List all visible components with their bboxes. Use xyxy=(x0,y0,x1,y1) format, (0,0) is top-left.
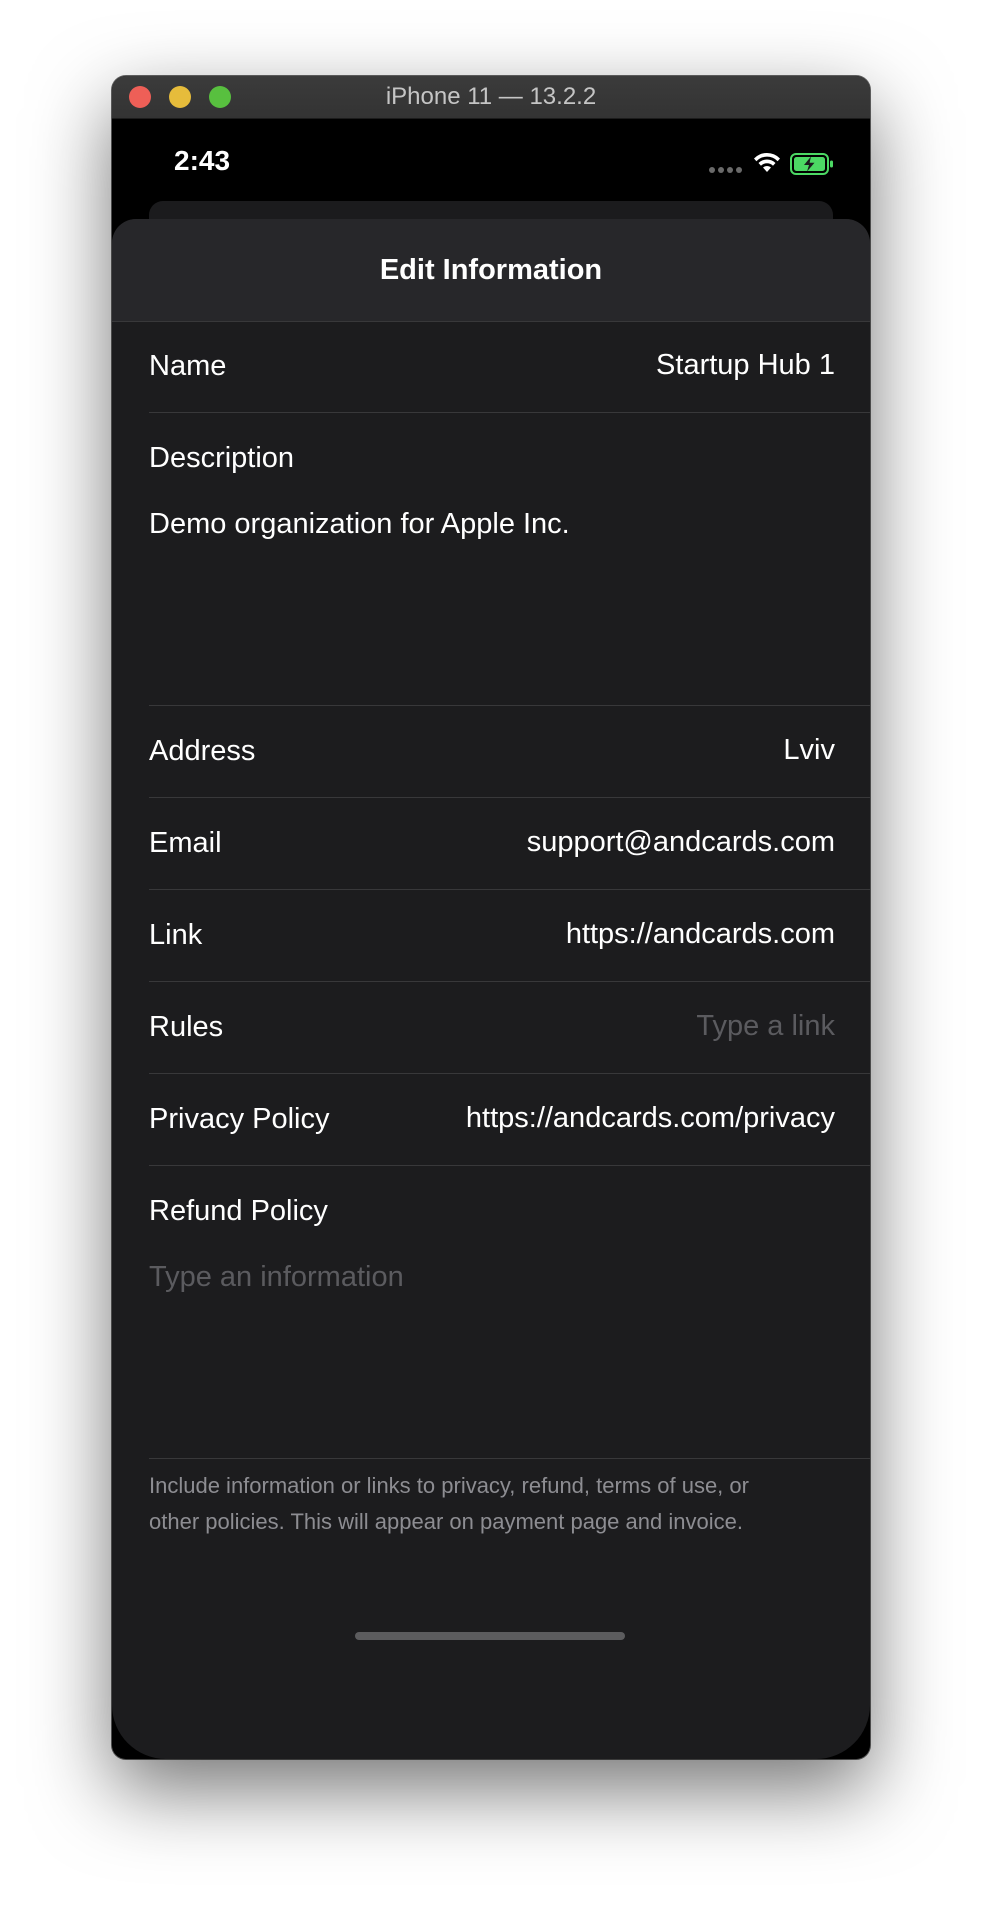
privacy-policy-label: Privacy Policy xyxy=(149,1103,330,1135)
refund-policy-label: Refund Policy xyxy=(149,1195,328,1227)
edit-information-sheet: Edit Information Name Startup Hub 1 Desc… xyxy=(112,219,870,1759)
page-title: Edit Information xyxy=(379,254,603,286)
name-field[interactable]: Startup Hub 1 xyxy=(656,321,835,410)
window-title: iPhone 11 — 13.2.2 xyxy=(385,83,597,110)
link-label: Link xyxy=(149,919,203,951)
privacy-policy-field[interactable]: https://andcards.com/privacy xyxy=(466,1074,835,1163)
email-row[interactable]: Email support@andcards.com xyxy=(149,798,870,890)
wifi-icon xyxy=(754,152,780,172)
status-time: 2:43 xyxy=(174,145,231,176)
window-titlebar: iPhone 11 — 13.2.2 xyxy=(112,76,870,119)
battery-charging-icon xyxy=(790,153,833,175)
cellular-signal-icon xyxy=(709,167,742,173)
name-row[interactable]: Name Startup Hub 1 xyxy=(149,321,870,413)
description-label: Description xyxy=(149,442,295,474)
description-field[interactable]: Demo organization for Apple Inc. xyxy=(149,508,570,541)
privacy-policy-row[interactable]: Privacy Policy https://andcards.com/priv… xyxy=(149,1074,870,1166)
refund-policy-row[interactable]: Refund Policy Type an information xyxy=(149,1166,870,1459)
address-row[interactable]: Address Lviv xyxy=(149,706,870,798)
home-indicator[interactable] xyxy=(355,1632,625,1640)
policies-footer-note: Include information or links to privacy,… xyxy=(149,1468,849,1540)
refund-policy-field[interactable]: Type an information xyxy=(149,1261,404,1294)
navigation-bar: Edit Information xyxy=(112,219,870,322)
rules-row[interactable]: Rules Type a link xyxy=(149,982,870,1074)
address-label: Address xyxy=(149,735,256,767)
link-field[interactable]: https://andcards.com xyxy=(566,890,835,979)
rules-label: Rules xyxy=(149,1011,224,1043)
link-row[interactable]: Link https://andcards.com xyxy=(149,890,870,982)
address-field[interactable]: Lviv xyxy=(783,706,835,795)
rules-field[interactable]: Type a link xyxy=(696,982,835,1071)
footer-note-line-1: Include information or links to privacy,… xyxy=(149,1473,749,1498)
footer-note-line-2: other policies. This will appear on paym… xyxy=(149,1509,743,1534)
description-row[interactable]: Description Demo organization for Apple … xyxy=(149,413,870,706)
simulator-window: iPhone 11 — 13.2.2 2:43 Edit Information… xyxy=(112,76,870,1759)
name-label: Name xyxy=(149,350,227,382)
email-field[interactable]: support@andcards.com xyxy=(527,798,835,887)
email-label: Email xyxy=(149,827,222,859)
device-screen: 2:43 Edit Information Name Startup Hub 1 xyxy=(112,119,870,1759)
